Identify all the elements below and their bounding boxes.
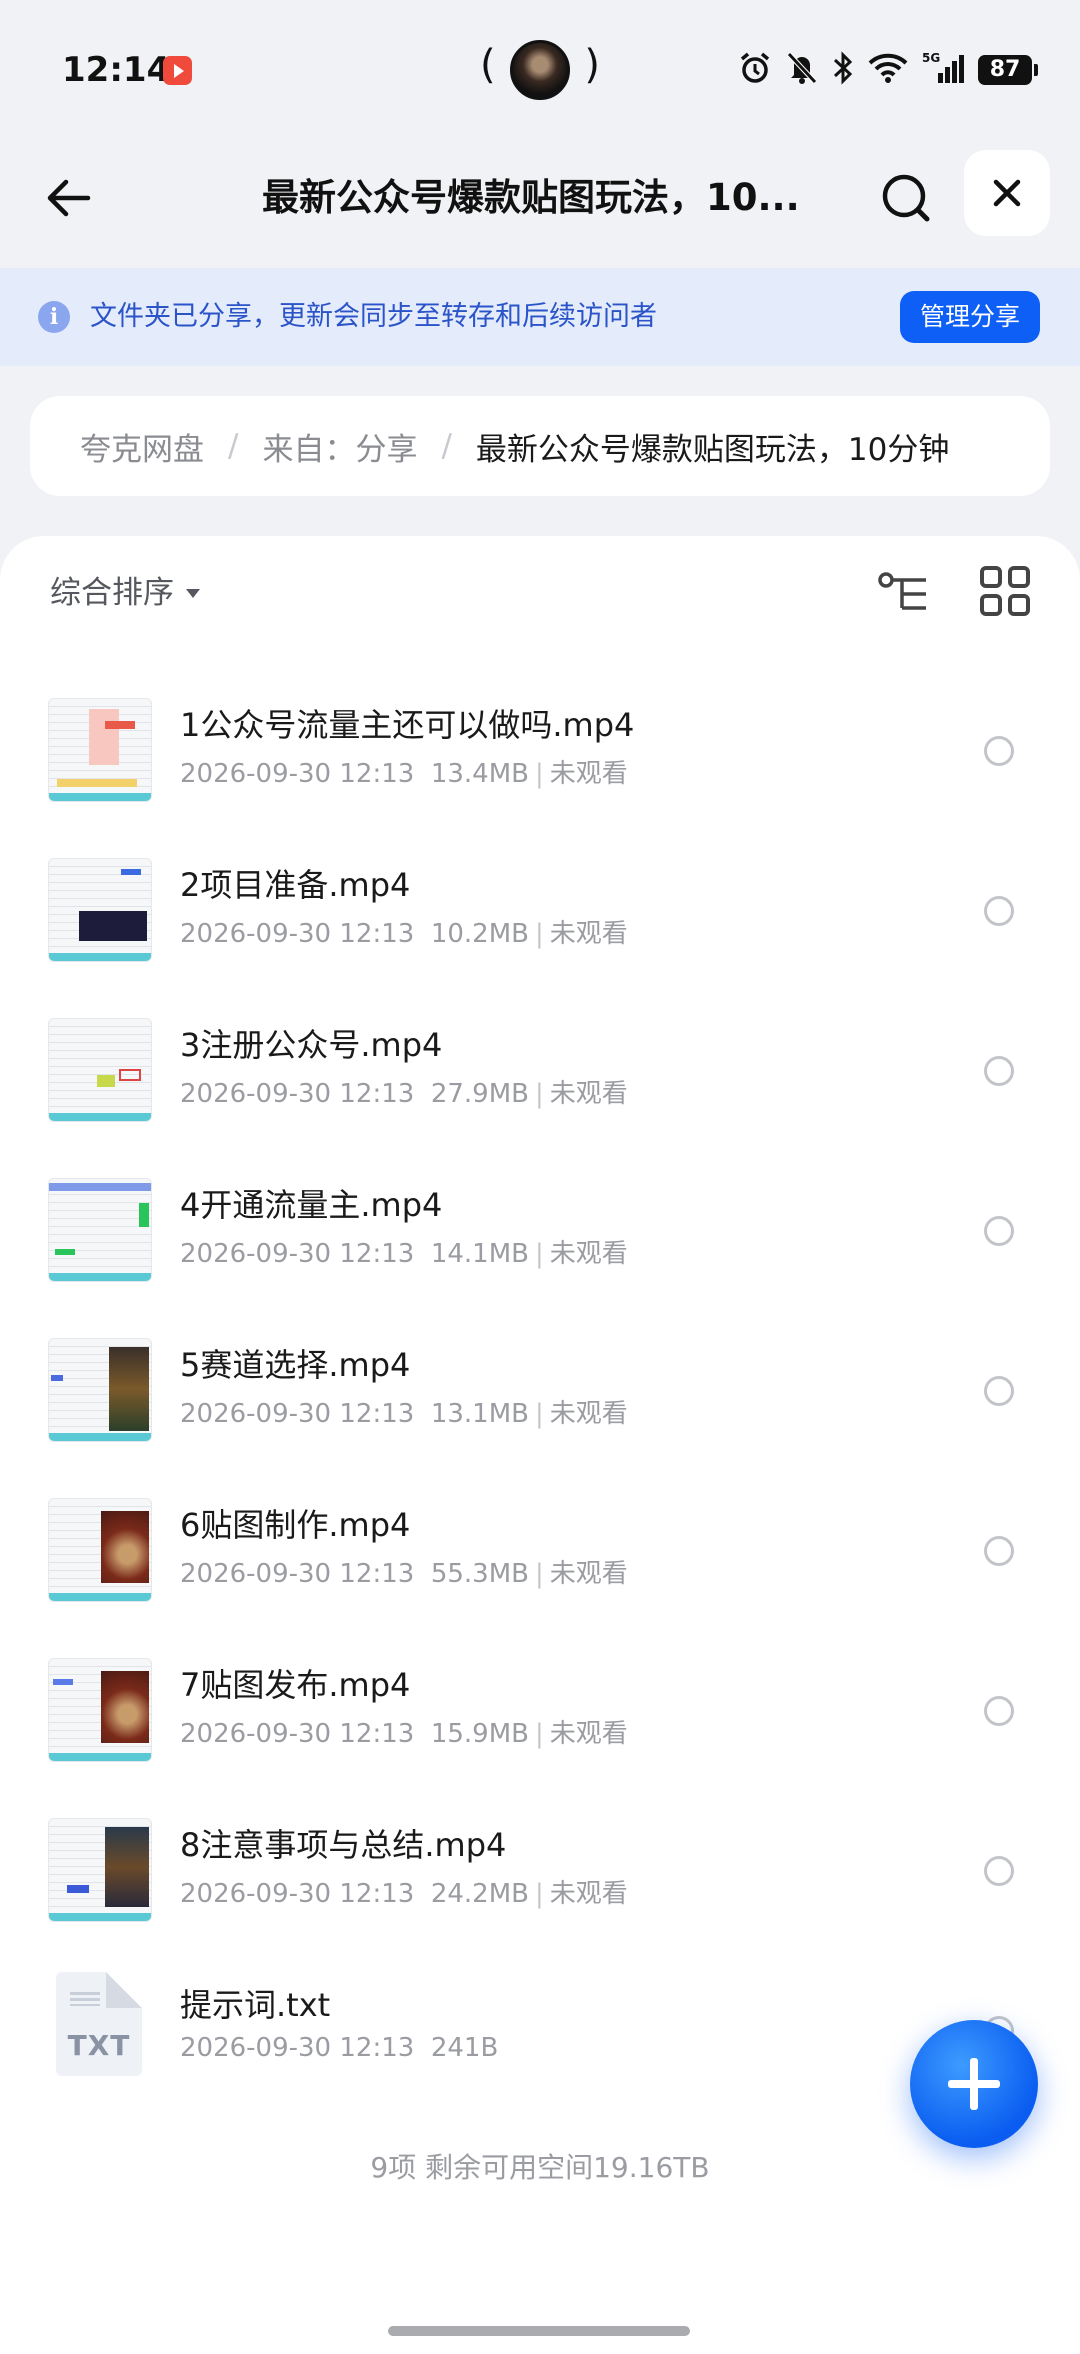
select-radio[interactable]: [984, 736, 1014, 766]
file-list: 1公众号流量主还可以做吗.mp4 2026-09-30 12:13 13.4MB…: [0, 662, 1080, 2102]
txt-file-icon: TXT: [56, 1972, 142, 2076]
select-radio[interactable]: [984, 1856, 1014, 1886]
video-app-icon: [163, 56, 192, 85]
file-meta: 2026-09-30 12:13 14.1MB | 未观看: [180, 1239, 628, 1269]
file-name: 1公众号流量主还可以做吗.mp4: [180, 706, 635, 744]
file-meta: 2026-09-30 12:13 27.9MB | 未观看: [180, 1079, 628, 1109]
signal-icon: 5G: [922, 51, 964, 89]
select-radio[interactable]: [984, 896, 1014, 926]
file-meta: 2026-09-30 12:13 13.1MB | 未观看: [180, 1399, 628, 1429]
grid-icon: [980, 566, 1002, 588]
select-radio[interactable]: [984, 1376, 1014, 1406]
video-thumbnail: [48, 1018, 152, 1122]
select-radio[interactable]: [984, 1536, 1014, 1566]
grid-view-button[interactable]: [980, 566, 1030, 616]
caret-down-icon: [186, 588, 200, 598]
banner-text: 文件夹已分享，更新会同步至转存和后续访问者: [90, 301, 657, 332]
breadcrumb-item-root[interactable]: 夸克网盘: [80, 424, 204, 469]
file-meta: 2026-09-30 12:13 24.2MB | 未观看: [180, 1879, 628, 1909]
home-indicator[interactable]: [388, 2326, 690, 2336]
sort-label: 综合排序: [50, 575, 174, 611]
info-icon: i: [38, 301, 70, 333]
video-thumbnail: [48, 1818, 152, 1922]
bluetooth-icon: [832, 51, 854, 89]
file-meta: 2026-09-30 12:13 55.3MB | 未观看: [180, 1559, 628, 1589]
close-button[interactable]: [964, 150, 1050, 236]
file-row[interactable]: 7贴图发布.mp4 2026-09-30 12:13 15.9MB | 未观看: [0, 1622, 1080, 1782]
manage-share-button[interactable]: 管理分享: [900, 291, 1040, 343]
file-name: 8注意事项与总结.mp4: [180, 1826, 507, 1864]
search-icon: [882, 174, 930, 222]
tree-icon: [878, 572, 926, 610]
alarm-icon: [738, 51, 772, 89]
video-thumbnail: [48, 1178, 152, 1282]
mute-icon: [786, 51, 818, 89]
avatar: [510, 40, 570, 100]
breadcrumb-separator: /: [441, 428, 452, 464]
select-radio[interactable]: [984, 1216, 1014, 1246]
tree-view-button[interactable]: [876, 566, 932, 622]
search-button[interactable]: [872, 164, 940, 232]
file-row[interactable]: 4开通流量主.mp4 2026-09-30 12:13 14.1MB | 未观看: [0, 1142, 1080, 1302]
video-thumbnail: [48, 1498, 152, 1602]
file-row[interactable]: 8注意事项与总结.mp4 2026-09-30 12:13 24.2MB | 未观看: [0, 1782, 1080, 1942]
video-thumbnail: [48, 1658, 152, 1762]
sort-dropdown[interactable]: 综合排序: [50, 568, 200, 618]
page-title: 最新公众号爆款贴图玩法，10...: [262, 176, 800, 219]
status-bar: 12:14 ( ) 5G 87: [0, 0, 1080, 140]
add-button[interactable]: [910, 2020, 1038, 2148]
wifi-icon: [868, 52, 908, 88]
file-meta: 2026-09-30 12:13 10.2MB | 未观看: [180, 919, 628, 949]
file-name: 4开通流量主.mp4: [180, 1186, 443, 1224]
file-row[interactable]: 6贴图制作.mp4 2026-09-30 12:13 55.3MB | 未观看: [0, 1462, 1080, 1622]
storage-summary: 9项 剩余可用空间19.16TB: [370, 2151, 710, 2184]
file-row[interactable]: 1公众号流量主还可以做吗.mp4 2026-09-30 12:13 13.4MB…: [0, 662, 1080, 822]
battery-icon: 87: [978, 55, 1038, 85]
file-meta: 2026-09-30 12:13 241B: [180, 2033, 499, 2063]
status-icons: 5G 87: [738, 50, 1038, 90]
file-row[interactable]: 5赛道选择.mp4 2026-09-30 12:13 13.1MB | 未观看: [0, 1302, 1080, 1462]
breadcrumb-item-current: 最新公众号爆款贴图玩法，10分钟: [475, 431, 950, 468]
video-thumbnail: [48, 858, 152, 962]
breadcrumb: 夸克网盘 / 来自：分享 / 最新公众号爆款贴图玩法，10分钟: [30, 396, 1050, 496]
file-meta: 2026-09-30 12:13 13.4MB | 未观看: [180, 759, 628, 789]
breadcrumb-separator: /: [228, 428, 239, 464]
file-name: 6贴图制作.mp4: [180, 1506, 411, 1544]
breadcrumb-item-shared[interactable]: 来自：分享: [262, 424, 417, 469]
share-banner: i 文件夹已分享，更新会同步至转存和后续访问者 管理分享: [0, 268, 1080, 366]
network-type: 5G: [922, 51, 940, 65]
file-row[interactable]: 2项目准备.mp4 2026-09-30 12:13 10.2MB | 未观看: [0, 822, 1080, 982]
select-radio[interactable]: [984, 1056, 1014, 1086]
select-radio[interactable]: [984, 1696, 1014, 1726]
right-bracket-icon: ): [584, 42, 600, 88]
file-meta: 2026-09-30 12:13 15.9MB | 未观看: [180, 1719, 628, 1749]
close-icon: [993, 179, 1021, 207]
status-time: 12:14: [62, 50, 171, 90]
file-name: 2项目准备.mp4: [180, 866, 411, 904]
back-arrow-icon: [47, 179, 91, 217]
video-thumbnail: [48, 1338, 152, 1442]
camera-cutout: ( ): [480, 38, 600, 102]
video-thumbnail: [48, 698, 152, 802]
file-row[interactable]: 3注册公众号.mp4 2026-09-30 12:13 27.9MB | 未观看: [0, 982, 1080, 1142]
file-name: 7贴图发布.mp4: [180, 1666, 411, 1704]
file-name: 5赛道选择.mp4: [180, 1346, 411, 1384]
file-name: 提示词.txt: [180, 1986, 331, 2024]
back-button[interactable]: [36, 166, 100, 230]
left-bracket-icon: (: [480, 42, 496, 88]
top-nav: 最新公众号爆款贴图玩法，10...: [0, 140, 1080, 268]
file-name: 3注册公众号.mp4: [180, 1026, 443, 1064]
